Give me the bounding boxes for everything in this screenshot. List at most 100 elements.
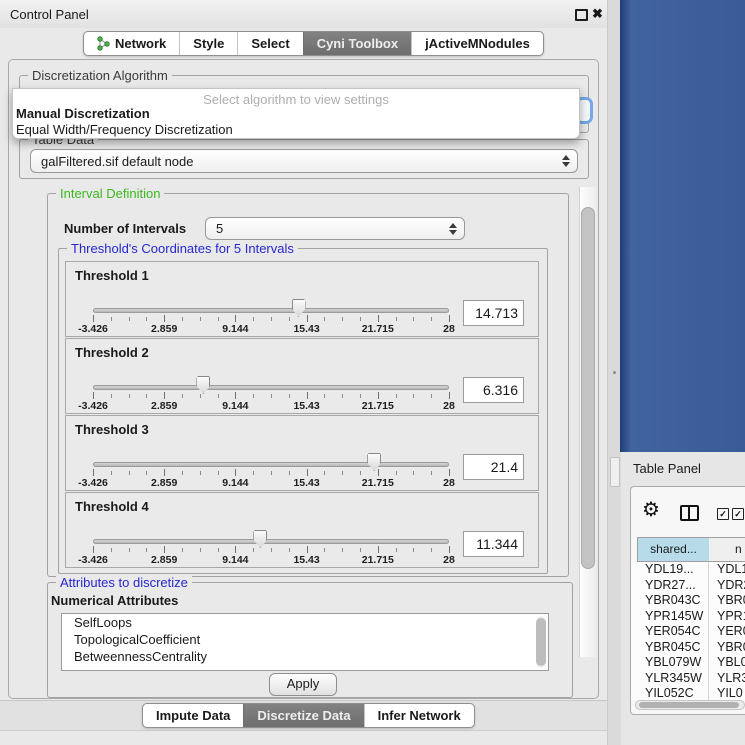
slider-tick (289, 548, 290, 552)
slider-tick (324, 317, 325, 321)
table-row[interactable]: YER054CYER0 (631, 624, 745, 640)
bottom-tab-discretize-data[interactable]: Discretize Data (243, 704, 363, 727)
slider-tick (413, 548, 414, 552)
slider-tick (307, 546, 308, 553)
threshold-panel-3: Threshold 3-3.4262.8599.14415.4321.71528… (65, 415, 539, 491)
slider-tick (253, 317, 254, 321)
threshold-value-field[interactable]: 21.4 (463, 454, 524, 480)
tab-jactivemnodules[interactable]: jActiveMNodules (411, 32, 543, 55)
slider-tick (93, 392, 94, 399)
slider-track[interactable] (93, 308, 449, 313)
threshold-value-field[interactable]: 14.713 (463, 300, 524, 326)
table-data-value: galFiltered.sif default node (41, 154, 193, 169)
table-row[interactable]: YPR145WYPR1 (631, 609, 745, 625)
bottom-tab-impute-data[interactable]: Impute Data (143, 704, 243, 727)
algorithm-dropdown-popup: Select algorithm to view settingsManual … (12, 88, 580, 139)
table-row[interactable]: YBR045CYBR0 (631, 640, 745, 656)
table-row[interactable]: YDL19...YDL1 (631, 562, 745, 578)
slider-tick (342, 548, 343, 552)
network-view-frame: GAL80GACGAL11GAL4GCY1HHAP2 (620, 0, 745, 452)
table-panel: ⚙ ✓ ✓ shared... n YDL19...YDL1YDR27...YD… (630, 486, 745, 715)
thresholds-group: Threshold's Coordinates for 5 Intervals … (58, 248, 548, 574)
slider-tick (200, 471, 201, 475)
gear-icon[interactable]: ⚙ (642, 500, 660, 520)
slider-tick (253, 394, 254, 398)
slider-tick-label: 9.144 (222, 554, 248, 566)
slider-tick (129, 317, 130, 321)
splitter-collapse-handle[interactable] (610, 457, 620, 487)
slider-tick (271, 471, 272, 475)
slider-tick-label: 15.43 (293, 554, 319, 566)
list-scrollbar[interactable] (536, 616, 546, 668)
threshold-label: Threshold 4 (75, 499, 149, 514)
slider-knob[interactable] (292, 299, 306, 317)
close-icon[interactable]: ✖ (592, 6, 603, 22)
slider-knob[interactable] (253, 530, 267, 548)
slider-tick (235, 315, 236, 322)
split-columns-icon[interactable] (680, 505, 699, 521)
threshold-value-field[interactable]: 6.316 (463, 377, 524, 403)
tab-style[interactable]: Style (179, 32, 237, 55)
menu-item-equal-width-frequency[interactable]: Equal Width/Frequency Discretization (16, 122, 233, 137)
tab-label: jActiveMNodules (425, 36, 530, 51)
bottom-tab-infer-network[interactable]: Infer Network (364, 704, 474, 727)
table-row[interactable]: YDR27...YDR2 (631, 578, 745, 594)
interval-definition-group: Interval Definition Number of Intervals … (47, 193, 569, 577)
slider-tick-label: 2.859 (151, 554, 177, 566)
list-item-betweennesscentrality[interactable]: BetweennessCentrality (62, 648, 548, 665)
tab-label: Impute Data (156, 708, 230, 723)
numerical-attributes-list[interactable]: SelfLoopsTopologicalCoefficientBetweenne… (61, 613, 549, 671)
table-row[interactable]: YLR345WYLR3 (631, 671, 745, 687)
menu-item-manual-discretization[interactable]: Manual Discretization (16, 106, 150, 121)
numerical-attributes-label: Numerical Attributes (51, 593, 178, 608)
apply-button[interactable]: Apply (269, 673, 337, 696)
slider-tick-label: -3.426 (78, 477, 108, 489)
tab-select[interactable]: Select (237, 32, 302, 55)
slider-knob[interactable] (367, 453, 381, 471)
tab-cyni-toolbox[interactable]: Cyni Toolbox (303, 32, 411, 55)
column-header-shared-name[interactable]: shared... (637, 537, 710, 562)
table-data-combobox[interactable]: galFiltered.sif default node (30, 149, 578, 173)
checkbox-icon[interactable]: ✓ (732, 508, 744, 520)
float-window-icon[interactable] (575, 9, 588, 21)
panel-splitter[interactable] (607, 0, 621, 745)
slider-tick (289, 394, 290, 398)
cell-name: YBR0 (709, 593, 745, 609)
checkbox-icon[interactable]: ✓ (717, 508, 729, 520)
tab-network[interactable]: Network (84, 32, 179, 55)
control-panel-titlebar: Control Panel ✖ (0, 0, 607, 28)
table-row[interactable]: YBR043CYBR0 (631, 593, 745, 609)
slider-track[interactable] (93, 539, 449, 544)
slider-track[interactable] (93, 385, 449, 390)
slider-tick-label: 28 (443, 323, 455, 335)
slider-tick (413, 471, 414, 475)
slider-tick (271, 394, 272, 398)
slider-tick (396, 471, 397, 475)
tab-label: Select (251, 36, 289, 51)
number-of-intervals-value: 5 (216, 221, 223, 236)
bottom-tab-bar: Impute Data Discretize Data Infer Network (142, 703, 475, 728)
slider-tick-label: -3.426 (78, 554, 108, 566)
slider-tick (129, 471, 130, 475)
slider-tick-label: 9.144 (222, 323, 248, 335)
slider-tick (200, 548, 201, 552)
list-item-selfloops[interactable]: SelfLoops (62, 614, 548, 631)
slider-track[interactable] (93, 462, 449, 467)
group-title: Interval Definition (56, 186, 164, 201)
slider-tick-label: 9.144 (222, 400, 248, 412)
table-row[interactable]: YIL052CYIL0 (631, 686, 745, 700)
column-header-name[interactable]: n (709, 537, 745, 562)
slider-tick (129, 548, 130, 552)
slider-tick (200, 317, 201, 321)
number-of-intervals-combobox[interactable]: 5 (205, 217, 465, 240)
table-hscrollbar[interactable] (635, 700, 745, 710)
list-item-topologicalcoefficient[interactable]: TopologicalCoefficient (62, 631, 548, 648)
panel-scrollbar[interactable] (579, 187, 596, 657)
group-title: Attributes to discretize (56, 575, 192, 590)
tab-label: Discretize Data (257, 708, 350, 723)
table-panel-title: Table Panel (633, 461, 701, 476)
slider-knob[interactable] (196, 376, 210, 394)
table-data-group: Table Data galFiltered.sif default node (19, 139, 589, 179)
table-row[interactable]: YBL079WYBL0 (631, 655, 745, 671)
threshold-value-field[interactable]: 11.344 (463, 531, 524, 557)
